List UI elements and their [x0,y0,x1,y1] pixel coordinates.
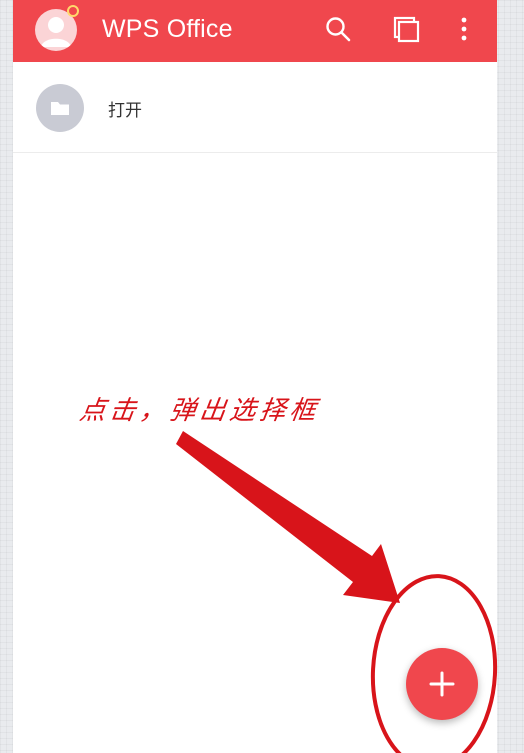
app-window: WPS Office 打开 [13,0,497,753]
annotation-text: 点击，弹出选择框 [77,396,322,426]
app-bar: WPS Office [13,0,497,62]
plus-icon [429,671,455,697]
add-button[interactable] [406,648,478,720]
list-item-open[interactable]: 打开 [13,62,497,153]
folder-icon-badge [36,84,84,132]
list-item-label: 打开 [108,101,142,121]
windows-button[interactable] [391,14,421,44]
more-vert-icon [461,17,467,41]
notification-dot [67,5,79,17]
search-icon [326,17,351,42]
search-button[interactable] [323,14,353,44]
more-button[interactable] [450,14,478,44]
folder-icon [51,102,69,115]
windows-icon [393,16,420,43]
app-title: WPS Office [102,15,233,43]
